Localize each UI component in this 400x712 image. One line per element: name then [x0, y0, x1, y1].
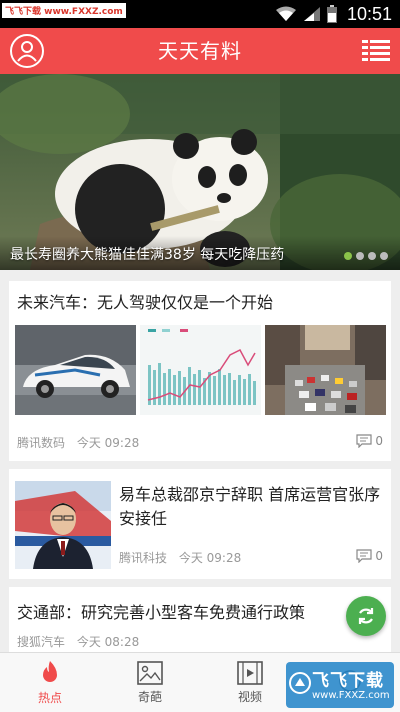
carousel-indicator: [344, 252, 388, 260]
banner-carousel[interactable]: 最长寿圈养大熊猫佳佳满38岁 每天吃降压药: [0, 74, 400, 270]
news-meta: 搜狐汽车 今天 08:28: [17, 633, 139, 650]
image-icon: [137, 660, 163, 685]
news-card[interactable]: 未来汽车：无人驾驶仅仅是一个开始 腾讯数码 今天 09:28 0: [9, 281, 391, 461]
battery-icon: [326, 5, 337, 23]
news-source: 搜狐汽车: [17, 635, 66, 649]
comment-icon: [356, 434, 372, 448]
wifi-icon: [275, 6, 296, 21]
watermark-logo: 飞飞下载 www.FXXZ.com: [286, 662, 394, 708]
watermark-text: 飞飞下载: [312, 671, 384, 691]
carousel-dot[interactable]: [356, 252, 364, 260]
film-icon: [237, 660, 263, 685]
news-card[interactable]: 易车总裁邵京宁辞职 首席运营官张序安接任 腾讯科技 今天 09:28 0: [9, 469, 391, 579]
comment-icon: [356, 549, 372, 563]
news-source: 腾讯数码: [17, 436, 66, 450]
comment-count[interactable]: 0: [356, 549, 383, 563]
comment-count[interactable]: 0: [356, 434, 383, 448]
nav-item-weird[interactable]: 奇葩: [100, 653, 200, 712]
app-header: 天天有料: [0, 28, 400, 74]
carousel-dot[interactable]: [380, 252, 388, 260]
carousel-dot[interactable]: [368, 252, 376, 260]
person-image: [15, 481, 111, 569]
news-source: 腾讯科技: [119, 551, 168, 565]
banner-caption: 最长寿圈养大熊猫佳佳满38岁 每天吃降压药: [10, 247, 285, 263]
news-time: 今天 08:28: [76, 635, 140, 649]
news-title: 未来汽车：无人驾驶仅仅是一个开始: [17, 293, 274, 312]
nav-item-hot[interactable]: 热点: [0, 653, 100, 712]
news-card[interactable]: 交通部：研究完善小型客车免费通行政策 搜狐汽车 今天 08:28: [9, 587, 391, 657]
nav-item-label: 热点: [37, 690, 62, 705]
news-time: 今天 09:28: [76, 436, 140, 450]
watermark-logo-icon: [289, 672, 311, 694]
status-clock: 10:51: [346, 3, 392, 24]
news-time: 今天 09:28: [178, 551, 242, 565]
news-meta: 腾讯科技 今天 09:28: [119, 549, 241, 566]
comment-count-value: 0: [375, 434, 383, 448]
nav-item-video[interactable]: 视频: [200, 653, 300, 712]
news-thumbnails: [15, 325, 386, 415]
nav-item-label: 视频: [237, 689, 262, 704]
refresh-icon: [358, 608, 374, 624]
watermark-url: www.FXXZ.com: [312, 690, 390, 701]
refresh-button[interactable]: [346, 596, 386, 636]
chart-image: [140, 325, 261, 415]
watermark-label: 飞飞下载 www.FXXZ.com: [2, 3, 126, 18]
carousel-dot[interactable]: [344, 252, 352, 260]
news-title: 易车总裁邵京宁辞职 首席运营官张序安接任: [119, 485, 381, 528]
comment-count-value: 0: [375, 549, 383, 563]
page-title: 天天有料: [158, 39, 242, 63]
signal-icon: [303, 7, 320, 21]
traffic-image: [265, 325, 386, 415]
status-icons: 10:51: [275, 0, 392, 28]
menu-button[interactable]: [362, 39, 390, 63]
list-menu-icon: [362, 40, 390, 61]
status-bar: 飞飞下载 www.FXXZ.com 10:51: [0, 0, 400, 28]
flame-icon: [43, 660, 57, 682]
nav-item-label: 奇葩: [137, 689, 162, 704]
news-title: 交通部：研究完善小型客车免费通行政策: [17, 603, 306, 622]
car-image: [15, 325, 136, 415]
news-meta: 腾讯数码 今天 09:28: [17, 434, 139, 451]
